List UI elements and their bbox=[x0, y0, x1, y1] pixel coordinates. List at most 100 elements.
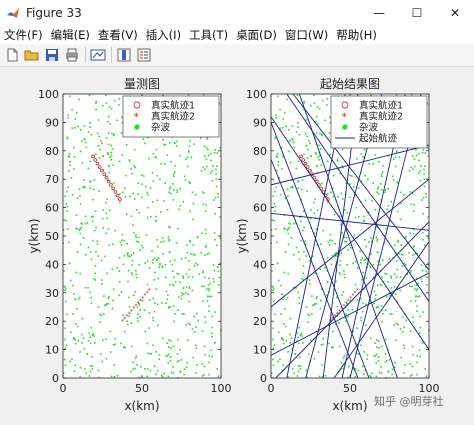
clutter-point bbox=[182, 293, 185, 295]
clutter-point bbox=[341, 148, 344, 151]
clutter-point bbox=[348, 196, 351, 198]
clutter-point bbox=[369, 237, 372, 239]
clutter-point bbox=[202, 166, 204, 169]
clutter-point bbox=[211, 326, 214, 329]
clutter-point bbox=[410, 203, 413, 206]
clutter-point bbox=[216, 152, 219, 154]
clutter-point bbox=[81, 317, 84, 320]
clutter-point bbox=[203, 155, 206, 157]
clutter-point bbox=[403, 347, 406, 350]
clutter-point bbox=[186, 244, 188, 247]
clutter-point bbox=[329, 116, 331, 119]
clutter-point bbox=[365, 245, 367, 248]
menu-file[interactable]: 文件(F) bbox=[0, 27, 47, 43]
minimize-button[interactable]: — bbox=[360, 0, 398, 25]
clutter-point bbox=[415, 284, 418, 287]
clutter-point bbox=[394, 339, 397, 342]
clutter-point bbox=[409, 271, 412, 274]
clutter-point bbox=[176, 191, 178, 193]
clutter-point bbox=[165, 290, 168, 293]
clutter-point bbox=[123, 239, 125, 242]
link-plot-icon[interactable] bbox=[90, 47, 106, 63]
clutter-point bbox=[274, 313, 276, 316]
menu-tools[interactable]: 工具(T) bbox=[185, 27, 232, 43]
menu-desktop[interactable]: 桌面(D) bbox=[232, 27, 281, 43]
clutter-point bbox=[287, 150, 290, 153]
clutter-point bbox=[400, 218, 402, 221]
print-icon[interactable] bbox=[64, 47, 80, 63]
clutter-point bbox=[272, 364, 275, 367]
clutter-point bbox=[104, 201, 107, 204]
clutter-point bbox=[204, 228, 207, 231]
clutter-point bbox=[151, 171, 154, 174]
clutter-point bbox=[140, 196, 143, 198]
clutter-point bbox=[101, 217, 104, 220]
clutter-point bbox=[179, 281, 181, 283]
maximize-button[interactable]: ☐ bbox=[398, 0, 436, 25]
clutter-point bbox=[106, 198, 108, 201]
clutter-point bbox=[275, 241, 278, 243]
clutter-point bbox=[141, 183, 143, 185]
clutter-point bbox=[324, 374, 327, 377]
clutter-point bbox=[417, 152, 420, 155]
clutter-point bbox=[188, 268, 191, 271]
clutter-point bbox=[171, 270, 174, 273]
clutter-point bbox=[79, 202, 82, 205]
clutter-point bbox=[98, 135, 100, 138]
clutter-point bbox=[127, 252, 129, 254]
clutter-point bbox=[160, 211, 162, 213]
clutter-point bbox=[81, 161, 84, 164]
menu-insert[interactable]: 插入(I) bbox=[142, 27, 185, 43]
clutter-point bbox=[311, 313, 313, 315]
clutter-point bbox=[364, 199, 367, 202]
close-button[interactable]: ✕ bbox=[436, 0, 474, 25]
clutter-point bbox=[385, 273, 388, 275]
save-icon[interactable] bbox=[44, 47, 60, 63]
clutter-point bbox=[285, 298, 288, 301]
clutter-point bbox=[418, 349, 421, 352]
clutter-point bbox=[118, 256, 121, 259]
clutter-point bbox=[163, 372, 165, 375]
clutter-point bbox=[357, 187, 360, 189]
clutter-point bbox=[354, 283, 357, 286]
menu-view[interactable]: 查看(V) bbox=[94, 27, 142, 43]
clutter-point bbox=[215, 244, 218, 247]
clutter-point bbox=[132, 252, 135, 254]
clutter-point bbox=[181, 292, 183, 295]
clutter-point bbox=[163, 200, 165, 202]
legend-asterisk-marker: * bbox=[342, 111, 348, 124]
clutter-point bbox=[162, 253, 164, 255]
clutter-point bbox=[297, 122, 299, 124]
clutter-point bbox=[169, 340, 172, 342]
clutter-point bbox=[361, 257, 364, 259]
menu-window[interactable]: 窗口(W) bbox=[281, 27, 332, 43]
clutter-point bbox=[161, 266, 164, 269]
clutter-point bbox=[146, 283, 149, 286]
clutter-point bbox=[297, 251, 300, 254]
clutter-point bbox=[309, 283, 311, 285]
open-file-icon[interactable] bbox=[24, 47, 40, 63]
colorbar-icon[interactable] bbox=[116, 47, 132, 63]
clutter-point bbox=[169, 356, 172, 358]
clutter-point bbox=[419, 169, 422, 172]
clutter-point bbox=[217, 284, 220, 286]
clutter-point bbox=[416, 305, 418, 308]
clutter-point bbox=[422, 196, 425, 199]
clutter-point bbox=[157, 277, 160, 280]
clutter-point bbox=[157, 324, 159, 327]
clutter-point bbox=[83, 348, 86, 350]
clutter-point bbox=[378, 347, 380, 349]
clutter-point bbox=[375, 346, 378, 348]
clutter-point bbox=[89, 160, 92, 163]
clutter-point bbox=[391, 368, 394, 371]
clutter-point bbox=[158, 353, 161, 356]
clutter-point bbox=[95, 153, 97, 156]
menu-edit[interactable]: 编辑(E) bbox=[47, 27, 94, 43]
clutter-point bbox=[215, 168, 217, 171]
clutter-point bbox=[164, 182, 167, 185]
new-figure-icon[interactable] bbox=[4, 47, 20, 63]
legend-icon[interactable] bbox=[136, 47, 152, 63]
clutter-point bbox=[166, 298, 169, 301]
clutter-point bbox=[105, 338, 107, 341]
menu-help[interactable]: 帮助(H) bbox=[332, 27, 381, 43]
